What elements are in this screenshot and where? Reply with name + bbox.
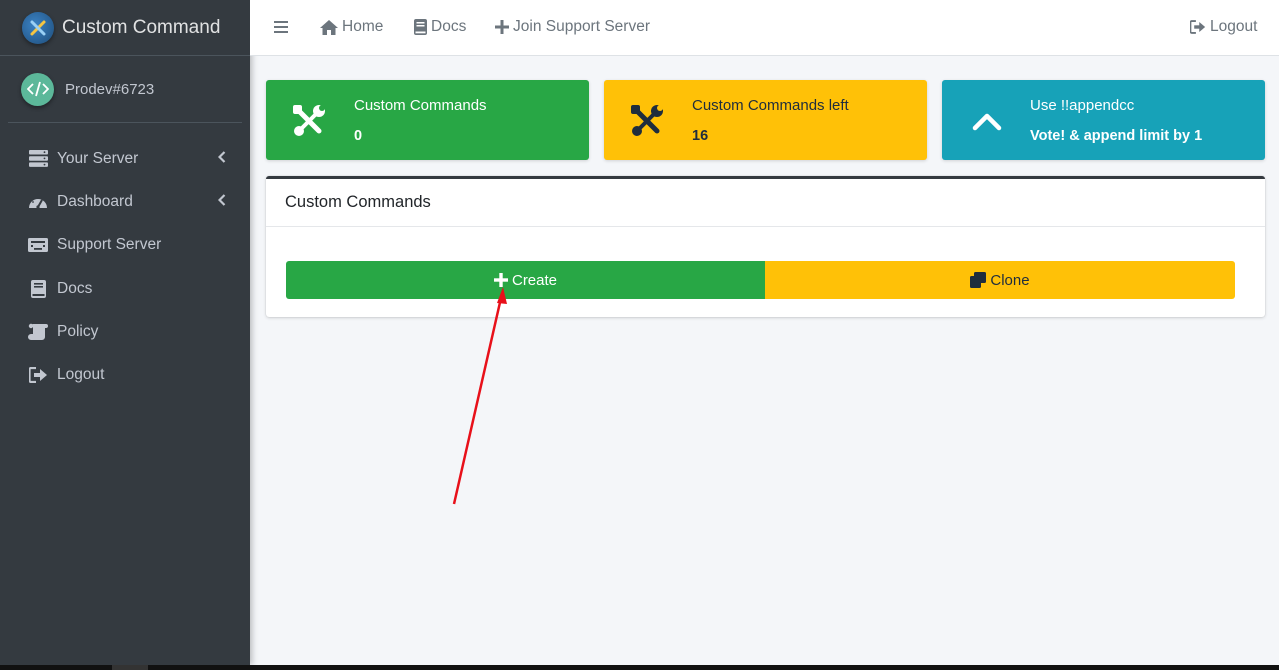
sidebar-item-support-server[interactable]: Support Server <box>0 224 250 267</box>
sidebar-item-label: Logout <box>57 366 105 384</box>
sidebar-item-label: Support Server <box>57 236 162 254</box>
clone-button[interactable]: Clone <box>765 261 1235 299</box>
sidebar-item-dashboard[interactable]: Dashboard <box>0 180 250 223</box>
home-label: Home <box>342 18 384 35</box>
nav-link-join-support-server[interactable]: Join Support Server <box>495 18 650 36</box>
nav-link-logout[interactable]: Logout <box>1190 18 1257 36</box>
hamburger-menu-icon[interactable] <box>274 20 288 39</box>
info-box-custom-commands-left: Custom Commands left 16 <box>604 80 927 160</box>
user-panel[interactable]: Prodev#6723 <box>8 56 242 123</box>
user-name: Prodev#6723 <box>65 80 155 98</box>
chevron-left-icon <box>217 150 226 168</box>
docs-label: Docs <box>431 18 467 35</box>
chevron-up-icon <box>970 104 1004 138</box>
sidebar-item-label: Dashboard <box>57 192 133 210</box>
sidebar-item-docs[interactable]: Docs <box>0 267 250 310</box>
sidebar: Custom Command Prodev#6723 Your Server D… <box>0 0 250 665</box>
info-box-value: 0 <box>354 128 363 144</box>
nav-link-docs[interactable]: Docs <box>414 18 466 36</box>
create-label: Create <box>511 271 558 289</box>
top-navbar: Home Docs Join Support Server Logout <box>250 0 1279 56</box>
sidebar-item-label: Your Server <box>57 149 139 167</box>
info-box-title: Custom Commands left <box>692 97 849 114</box>
chevron-left-icon <box>217 193 226 211</box>
logout-label: Logout <box>1210 18 1258 35</box>
sidebar-item-label: Policy <box>57 322 99 340</box>
brand-link[interactable]: Custom Command <box>0 0 250 56</box>
brand-title: Custom Command <box>62 16 221 38</box>
info-box-title: Use !!appendcc <box>1030 97 1135 114</box>
tools-icon <box>292 104 326 138</box>
scroll-icon <box>28 322 48 342</box>
tools-logo-icon <box>22 11 54 44</box>
code-icon <box>21 72 54 106</box>
sign-out-icon <box>28 365 48 385</box>
info-box-custom-commands: Custom Commands 0 <box>266 80 589 160</box>
sidebar-item-policy[interactable]: Policy <box>0 310 250 353</box>
info-box-appendcc[interactable]: Use !!appendcc Vote! & append limit by 1 <box>942 80 1265 160</box>
plus-icon <box>493 273 508 287</box>
book-icon <box>414 19 427 35</box>
home-icon <box>320 19 338 35</box>
join-label: Join Support Server <box>513 18 650 35</box>
sign-out-icon <box>1190 20 1206 34</box>
server-icon <box>28 149 48 169</box>
sidebar-item-label: Docs <box>57 279 93 297</box>
info-box-title: Custom Commands <box>354 97 487 114</box>
clone-icon <box>970 272 987 288</box>
sidebar-item-logout[interactable]: Logout <box>0 353 250 396</box>
tachometer-icon <box>28 192 48 212</box>
create-button[interactable]: Create <box>286 261 765 299</box>
sidebar-nav: Your Server Dashboard Support Server Doc… <box>0 137 250 397</box>
taskbar-strip <box>0 665 1279 670</box>
clone-label: Clone <box>990 271 1030 289</box>
tools-icon <box>630 104 664 138</box>
card-title: Custom Commands <box>266 179 1265 227</box>
custom-commands-card: Custom Commands Create Clone <box>266 176 1265 317</box>
nav-link-home[interactable]: Home <box>320 18 383 36</box>
info-box-value: 16 <box>692 128 709 144</box>
info-box-value: Vote! & append limit by 1 <box>1030 128 1203 144</box>
keyboard-icon <box>28 235 48 255</box>
plus-icon <box>495 20 509 34</box>
sidebar-item-your-server[interactable]: Your Server <box>0 137 250 180</box>
book-icon <box>28 279 48 299</box>
